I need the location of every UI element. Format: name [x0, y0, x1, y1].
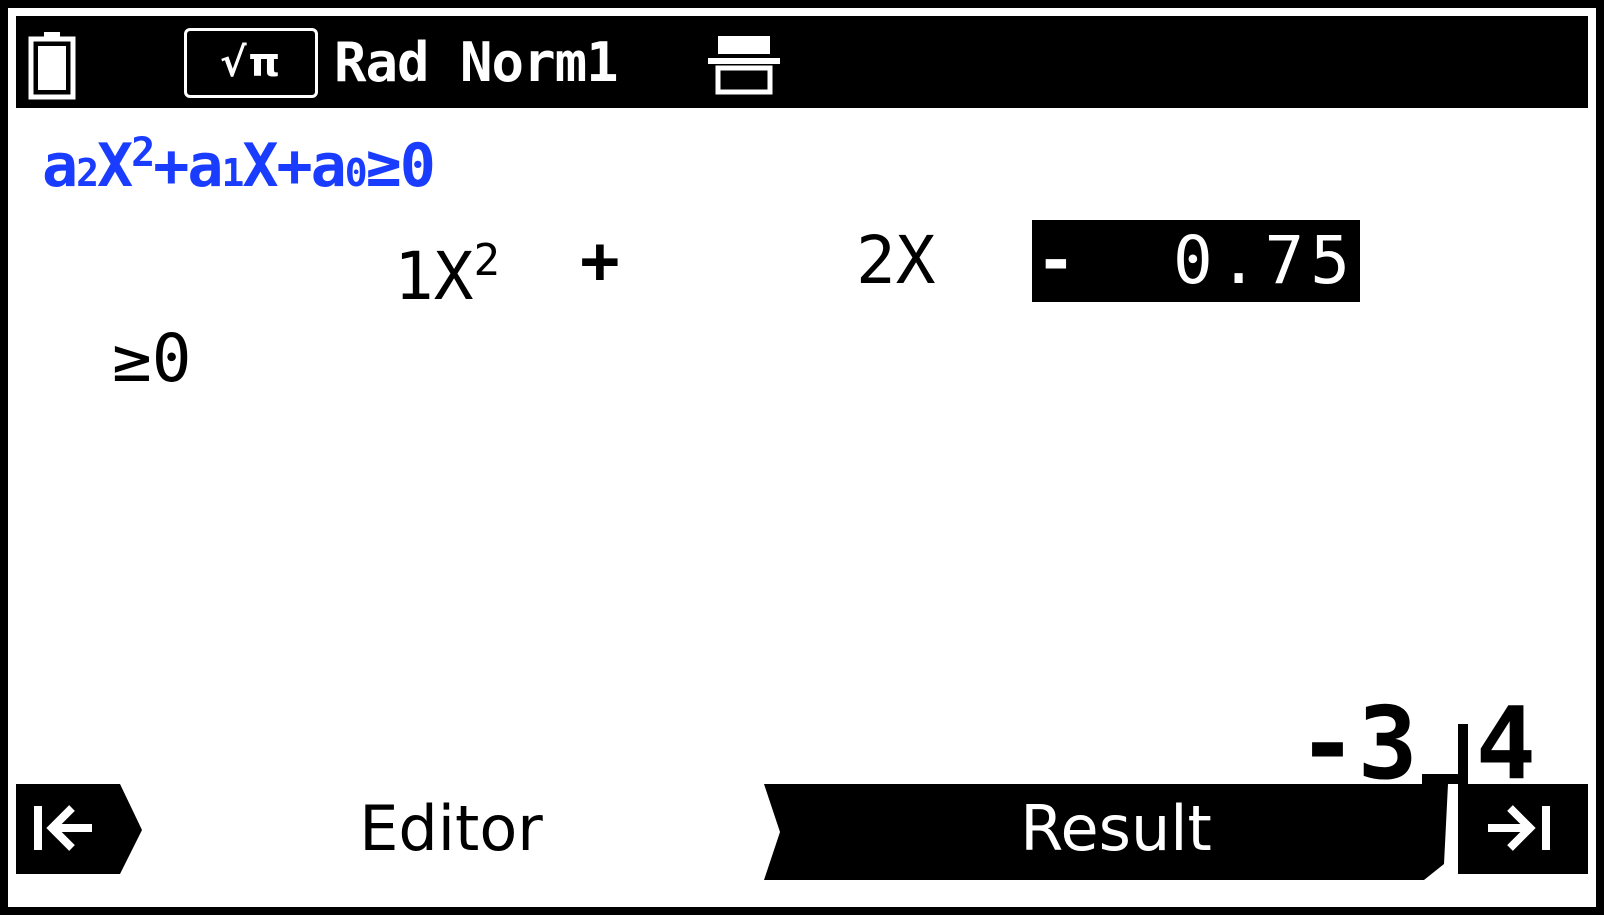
- bottom-tab-bar: Editor Result: [16, 784, 1588, 900]
- coefficient-a1-cell[interactable]: 2X: [856, 220, 935, 302]
- template-a2-sub: 2: [76, 151, 99, 195]
- angle-display-mode: Rad Norm1: [334, 31, 619, 94]
- a2-var: X: [433, 238, 474, 315]
- tab-editor[interactable]: Editor: [216, 784, 686, 878]
- inequality-template: a2X2+a1X+a0≥0: [42, 114, 436, 212]
- a2-exponent: 2: [473, 235, 501, 286]
- template-x2-sup: 2: [131, 130, 155, 176]
- template-a2: a: [42, 131, 78, 201]
- battery-icon: [28, 32, 76, 100]
- calculator-screen: √π Rad Norm1 a2X2+a1X+a0≥0 1X2 + 2X - 0.…: [8, 8, 1596, 907]
- first-page-icon[interactable]: [16, 784, 142, 878]
- coefficient-a2-cell[interactable]: 1X2: [394, 220, 501, 315]
- a2-value: 1: [394, 238, 434, 315]
- a0-value: 0.75: [1173, 222, 1356, 299]
- last-page-icon[interactable]: [1458, 784, 1588, 878]
- cell-value-preview: -3 4: [1297, 694, 1536, 794]
- coefficient-a0-cell-selected[interactable]: - 0.75: [1032, 220, 1360, 302]
- template-x-plus-a0: X+a: [242, 131, 346, 201]
- template-a1-sub: 1: [221, 151, 244, 195]
- status-bar: √π Rad Norm1: [16, 16, 1588, 108]
- inequality-rhs: ≥0: [112, 320, 192, 397]
- exact-mode-indicator: √π: [184, 28, 318, 98]
- plus-sign: +: [580, 222, 620, 299]
- template-plus-a1: +a: [153, 131, 223, 201]
- tab-result[interactable]: Result: [816, 784, 1416, 878]
- fraction-separator-icon: [1421, 724, 1468, 784]
- template-rel: ≥0: [365, 131, 436, 201]
- display-icon: [708, 36, 780, 95]
- a0-sign: -: [1036, 222, 1076, 299]
- template-a0-sub: 0: [344, 151, 368, 195]
- template-x2: X: [97, 131, 133, 201]
